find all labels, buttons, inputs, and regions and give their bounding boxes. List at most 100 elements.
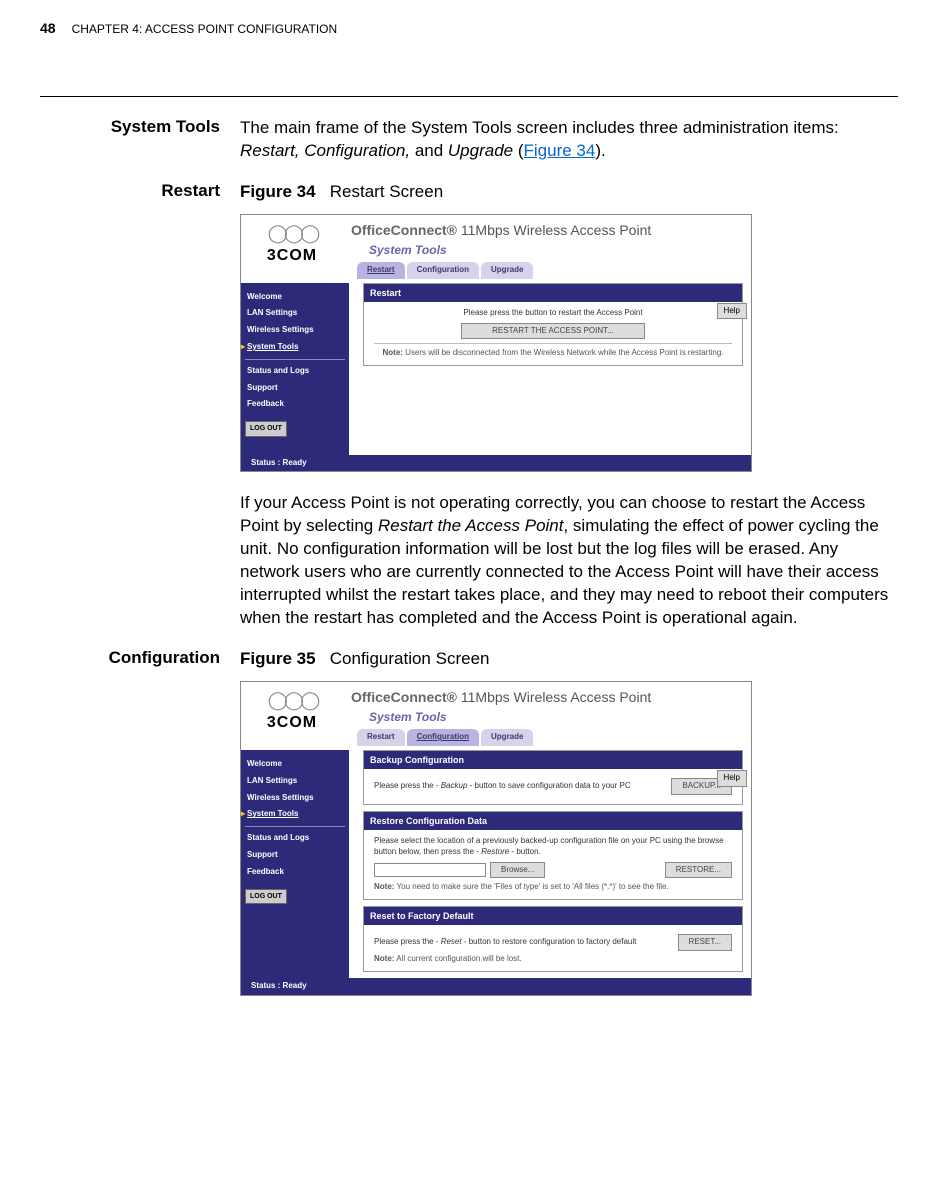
browse-button[interactable]: Browse... xyxy=(490,862,545,879)
intro-paren-open: ( xyxy=(513,141,523,160)
sidebar-nav: Welcome LAN Settings Wireless Settings S… xyxy=(241,283,349,455)
logout-button[interactable]: LOG OUT xyxy=(245,889,287,904)
nav-support[interactable]: Support xyxy=(245,380,345,397)
nav-welcome[interactable]: Welcome xyxy=(245,756,345,773)
nav-wireless-settings[interactable]: Wireless Settings xyxy=(245,322,345,339)
backup-panel: Backup Configuration Please press the - … xyxy=(363,750,743,805)
figure-34-caption: Figure 34 Restart Screen xyxy=(240,181,898,204)
tab-restart[interactable]: Restart xyxy=(357,729,405,746)
product-title: OfficeConnect® 11Mbps Wireless Access Po… xyxy=(351,688,743,707)
section-heading: System Tools xyxy=(40,117,220,137)
reset-button[interactable]: RESET... xyxy=(678,934,732,951)
tab-upgrade[interactable]: Upgrade xyxy=(481,262,533,279)
figure-34-link[interactable]: Figure 34 xyxy=(524,141,596,160)
tab-upgrade[interactable]: Upgrade xyxy=(481,729,533,746)
nav-status-logs[interactable]: Status and Logs xyxy=(245,830,345,847)
product-desc: 11Mbps Wireless Access Point xyxy=(461,222,651,238)
restore-panel-header: Restore Configuration Data xyxy=(364,812,742,830)
intro-paren-close: ). xyxy=(595,141,605,160)
restore-msg-i: Restore xyxy=(481,847,509,856)
divider xyxy=(40,96,898,97)
restore-note-label: Note: xyxy=(374,882,394,891)
fig34-label: Figure 34 xyxy=(240,182,316,201)
fig34-caption: Restart Screen xyxy=(330,182,443,201)
reset-panel-header: Reset to Factory Default xyxy=(364,907,742,925)
screen-subtitle: System Tools xyxy=(369,242,743,258)
restore-file-input[interactable] xyxy=(374,863,486,877)
restart-panel: Restart Please press the button to resta… xyxy=(363,283,743,367)
tab-bar: Restart Configuration Upgrade xyxy=(357,262,743,279)
restart-screen-figure: ◯◯◯ 3COM OfficeConnect® 11Mbps Wireless … xyxy=(240,214,752,473)
reset-msg-i: Reset xyxy=(441,937,462,946)
restart-message: Please press the button to restart the A… xyxy=(374,308,732,319)
restore-msg-b: - button. xyxy=(509,847,541,856)
backup-msg-i: Backup xyxy=(441,781,468,790)
tab-bar: Restart Configuration Upgrade xyxy=(357,729,743,746)
reset-message: Please press the - Reset - button to res… xyxy=(374,937,636,948)
nav-system-tools[interactable]: System Tools xyxy=(245,339,345,356)
nav-support[interactable]: Support xyxy=(245,847,345,864)
restore-panel: Restore Configuration Data Please select… xyxy=(363,811,743,900)
reset-panel: Reset to Factory Default Please press th… xyxy=(363,906,743,972)
nav-wireless-settings[interactable]: Wireless Settings xyxy=(245,790,345,807)
tab-restart[interactable]: Restart xyxy=(357,262,405,279)
product-desc: 11Mbps Wireless Access Point xyxy=(461,689,651,705)
reset-msg-a: Please press the - xyxy=(374,937,441,946)
logout-button[interactable]: LOG OUT xyxy=(245,421,287,436)
nav-feedback[interactable]: Feedback xyxy=(245,396,345,413)
reset-note-text: All current configuration will be lost. xyxy=(394,954,521,963)
restart-body-italic: Restart the Access Point xyxy=(378,516,564,535)
tab-configuration[interactable]: Configuration xyxy=(407,262,479,279)
logo-text: 3COM xyxy=(247,712,337,734)
reset-note: Note: All current configuration will be … xyxy=(374,954,732,965)
brand-text: OfficeConnect® xyxy=(351,222,457,238)
page-number: 48 xyxy=(40,20,56,36)
brand-text: OfficeConnect® xyxy=(351,689,457,705)
section-intro: The main frame of the System Tools scree… xyxy=(240,117,898,163)
nav-lan-settings[interactable]: LAN Settings xyxy=(245,773,345,790)
restore-note-text: You need to make sure the 'Files of type… xyxy=(394,882,668,891)
intro-text-b: and xyxy=(410,141,448,160)
restart-panel-header: Restart xyxy=(364,284,742,302)
fig35-caption: Configuration Screen xyxy=(330,649,490,668)
logo-3com: ◯◯◯ 3COM xyxy=(241,215,343,283)
tab-configuration[interactable]: Configuration xyxy=(407,729,479,746)
status-bar: Status : Ready xyxy=(241,455,751,472)
nav-system-tools[interactable]: System Tools xyxy=(245,806,345,823)
page-header: 48 CHAPTER 4: ACCESS POINT CONFIGURATION xyxy=(40,20,898,36)
intro-text: The main frame of the System Tools scree… xyxy=(240,118,839,137)
figure-35-caption: Figure 35 Configuration Screen xyxy=(240,648,898,671)
note-text: Users will be disconnected from the Wire… xyxy=(403,348,724,357)
reset-msg-b: - button to restore configuration to fac… xyxy=(462,937,637,946)
nav-feedback[interactable]: Feedback xyxy=(245,864,345,881)
note-label: Note: xyxy=(382,348,402,357)
backup-message: Please press the - Backup - button to sa… xyxy=(374,781,631,792)
logo-text: 3COM xyxy=(247,245,337,267)
screen-subtitle: System Tools xyxy=(369,709,743,725)
product-title: OfficeConnect® 11Mbps Wireless Access Po… xyxy=(351,221,743,240)
logo-3com: ◯◯◯ 3COM xyxy=(241,682,343,750)
restart-note: Note: Users will be disconnected from th… xyxy=(374,348,732,359)
restore-msg-a: Please select the location of a previous… xyxy=(374,836,724,856)
nav-status-logs[interactable]: Status and Logs xyxy=(245,363,345,380)
backup-panel-header: Backup Configuration xyxy=(364,751,742,769)
restart-description: If your Access Point is not operating co… xyxy=(240,492,898,630)
status-bar: Status : Ready xyxy=(241,978,751,995)
nav-lan-settings[interactable]: LAN Settings xyxy=(245,305,345,322)
configuration-screen-figure: ◯◯◯ 3COM OfficeConnect® 11Mbps Wireless … xyxy=(240,681,752,996)
restart-heading: Restart xyxy=(40,181,220,201)
reset-note-label: Note: xyxy=(374,954,394,963)
restore-message: Please select the location of a previous… xyxy=(374,836,732,858)
help-button[interactable]: Help xyxy=(717,770,747,787)
intro-items: Restart, Configuration, xyxy=(240,141,410,160)
restart-access-point-button[interactable]: RESTART THE ACCESS POINT... xyxy=(461,323,645,340)
configuration-heading: Configuration xyxy=(40,648,220,668)
nav-welcome[interactable]: Welcome xyxy=(245,289,345,306)
backup-msg-a: Please press the - xyxy=(374,781,441,790)
restore-button[interactable]: RESTORE... xyxy=(665,862,732,879)
intro-upgrade: Upgrade xyxy=(448,141,513,160)
help-button[interactable]: Help xyxy=(717,303,747,320)
backup-msg-b: - button to save configuration data to y… xyxy=(467,781,630,790)
chapter-title: CHAPTER 4: ACCESS POINT CONFIGURATION xyxy=(72,22,338,36)
fig35-label: Figure 35 xyxy=(240,649,316,668)
